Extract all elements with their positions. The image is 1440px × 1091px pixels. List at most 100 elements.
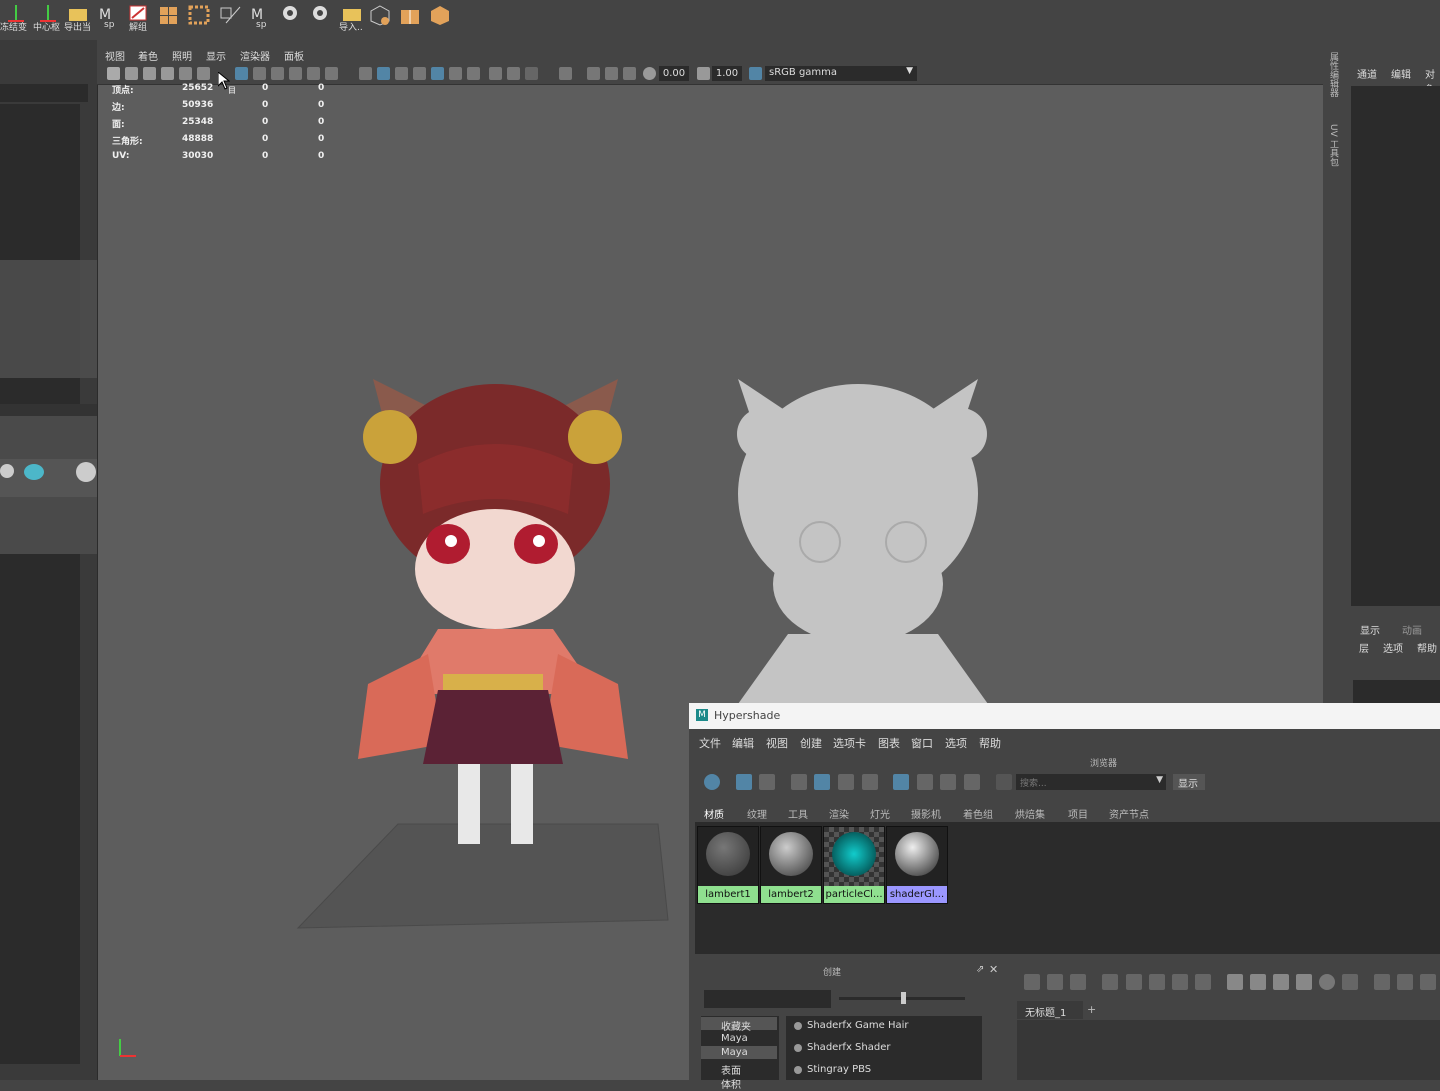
layer-menu-help[interactable]: 帮助 xyxy=(1417,640,1437,655)
python-icon[interactable] xyxy=(280,3,304,27)
tab-lights[interactable]: 灯光 xyxy=(870,806,890,821)
hs-menu-graph[interactable]: 图表 xyxy=(878,735,900,751)
shadow-icon[interactable] xyxy=(413,67,426,80)
full-mode-icon[interactable] xyxy=(1273,974,1289,990)
tree-label[interactable]: 表面 xyxy=(721,1062,741,1077)
output-connections-icon[interactable] xyxy=(1070,974,1086,990)
vp-menu-panels[interactable]: 面板 xyxy=(284,48,304,63)
cube-icon[interactable] xyxy=(368,3,392,27)
light-icon[interactable] xyxy=(0,464,14,478)
layer-menu-layers[interactable]: 层 xyxy=(1359,640,1369,655)
tab-materials[interactable]: 材质 xyxy=(704,806,724,821)
refresh-icon[interactable] xyxy=(964,774,980,790)
grid-dots-icon[interactable] xyxy=(188,3,212,27)
hs-menu-file[interactable]: 文件 xyxy=(699,735,721,751)
grease-pencil-icon[interactable] xyxy=(197,67,210,80)
bounding-box-icon[interactable] xyxy=(307,67,320,80)
uv-icon[interactable] xyxy=(218,3,242,27)
exposure-value[interactable]: 0.00 xyxy=(659,66,689,81)
vp-menu-lighting[interactable]: 照明 xyxy=(172,48,192,63)
sort-by-time-icon[interactable] xyxy=(940,774,956,790)
close-icon[interactable]: ✕ xyxy=(989,963,998,976)
tab-cameras[interactable]: 摄影机 xyxy=(911,806,941,821)
texture-icon[interactable] xyxy=(325,67,338,80)
clear-icon[interactable] xyxy=(1195,974,1211,990)
tab-utilities[interactable]: 工具 xyxy=(788,806,808,821)
grid-icon[interactable] xyxy=(1374,974,1390,990)
close-tab-icon[interactable] xyxy=(791,774,807,790)
box-icon[interactable] xyxy=(428,3,452,27)
connected-mode-icon[interactable] xyxy=(1250,974,1266,990)
swatch-toggle-icon[interactable] xyxy=(1342,974,1358,990)
hypershade-titlebar[interactable]: M Hypershade xyxy=(689,703,1440,729)
slider-handle[interactable] xyxy=(901,992,906,1004)
hs-menu-options[interactable]: 选项 xyxy=(945,735,967,751)
material-swatch[interactable]: particleCl... xyxy=(823,826,885,904)
grid-toggle-icon[interactable] xyxy=(235,67,248,80)
pencil-icon[interactable] xyxy=(179,67,192,80)
motion-blur-icon[interactable] xyxy=(489,67,502,80)
snap-icon[interactable] xyxy=(1397,974,1413,990)
tree-label[interactable]: Maya xyxy=(721,1033,748,1044)
camera-lock-icon[interactable] xyxy=(125,67,138,80)
tab-projects[interactable]: 项目 xyxy=(1068,806,1088,821)
sphere-icon[interactable] xyxy=(76,462,96,482)
hs-menu-edit[interactable]: 编辑 xyxy=(732,735,754,751)
material-swatch[interactable]: lambert1 xyxy=(697,826,759,904)
dof-icon[interactable] xyxy=(507,67,520,80)
left-dropdown[interactable] xyxy=(0,84,88,102)
browser-icon[interactable] xyxy=(736,774,752,790)
tab-bake-sets[interactable]: 烘焙集 xyxy=(1015,806,1045,821)
hs-menu-tabs[interactable]: 选项卡 xyxy=(833,735,866,751)
sphere-icon[interactable] xyxy=(24,464,44,480)
layer-tab-display[interactable]: 显示 xyxy=(1360,622,1380,637)
color-space-dropdown[interactable]: sRGB gamma ▼ xyxy=(765,66,917,81)
sort-by-type-icon[interactable] xyxy=(917,774,933,790)
python-icon[interactable] xyxy=(310,3,334,27)
tab-shading-groups[interactable]: 着色组 xyxy=(963,806,993,821)
exposure-icon[interactable] xyxy=(643,67,656,80)
aa-icon[interactable] xyxy=(467,67,480,80)
vp-menu-show[interactable]: 显示 xyxy=(206,48,226,63)
layer-menu-options[interactable]: 选项 xyxy=(1383,640,1403,655)
film-gate-icon[interactable] xyxy=(161,67,174,80)
hs-menu-view[interactable]: 视图 xyxy=(766,735,788,751)
io-connections-icon[interactable] xyxy=(1047,974,1063,990)
vp-menu-view[interactable]: 视图 xyxy=(105,48,125,63)
remove-icon[interactable] xyxy=(1172,974,1188,990)
hud-icon[interactable] xyxy=(587,67,600,80)
menu-edit[interactable]: 编辑 xyxy=(1391,66,1411,81)
ao-icon[interactable] xyxy=(449,67,462,80)
tab-asset-nodes[interactable]: 资产节点 xyxy=(1109,806,1149,821)
vp-menu-shading[interactable]: 着色 xyxy=(138,48,158,63)
hs-menu-window[interactable]: 窗口 xyxy=(911,735,933,751)
hs-menu-create[interactable]: 创建 xyxy=(800,735,822,751)
safe-frame-icon[interactable] xyxy=(623,67,636,80)
small-icon-view-icon[interactable] xyxy=(862,774,878,790)
tab-textures[interactable]: 纹理 xyxy=(747,806,767,821)
swatch-view-icon[interactable] xyxy=(814,774,830,790)
float-icon[interactable]: ⇗ xyxy=(976,964,984,975)
tree-label[interactable]: 体积 xyxy=(721,1076,741,1091)
show-button[interactable]: 显示 xyxy=(1173,774,1205,790)
tab-uv-toolkit[interactable]: UV 工具包 xyxy=(1328,124,1340,167)
list-view-icon[interactable] xyxy=(838,774,854,790)
expand-icon[interactable] xyxy=(996,774,1012,790)
smooth-shade-icon[interactable] xyxy=(271,67,284,80)
tab-rendering[interactable]: 渲染 xyxy=(829,806,849,821)
material-swatch[interactable]: shaderGl... xyxy=(886,826,948,904)
add-icon[interactable] xyxy=(1149,974,1165,990)
create-filter-input[interactable] xyxy=(704,990,831,1008)
graph-tab[interactable]: 无标题_1 xyxy=(1017,1001,1083,1019)
grid-icon[interactable] xyxy=(158,3,182,27)
isolate-icon[interactable] xyxy=(359,67,372,80)
wireframe-icon[interactable] xyxy=(253,67,266,80)
search-icon[interactable] xyxy=(1319,974,1335,990)
filter-icon[interactable] xyxy=(1420,974,1436,990)
collapse-icon[interactable] xyxy=(759,774,775,790)
vp-menu-renderer[interactable]: 渲染器 xyxy=(240,48,270,63)
menu-channels[interactable]: 通道 xyxy=(1357,66,1377,81)
toggle-on-icon[interactable] xyxy=(704,774,720,790)
box-open-icon[interactable] xyxy=(398,3,422,27)
gamma-icon[interactable] xyxy=(697,67,710,80)
